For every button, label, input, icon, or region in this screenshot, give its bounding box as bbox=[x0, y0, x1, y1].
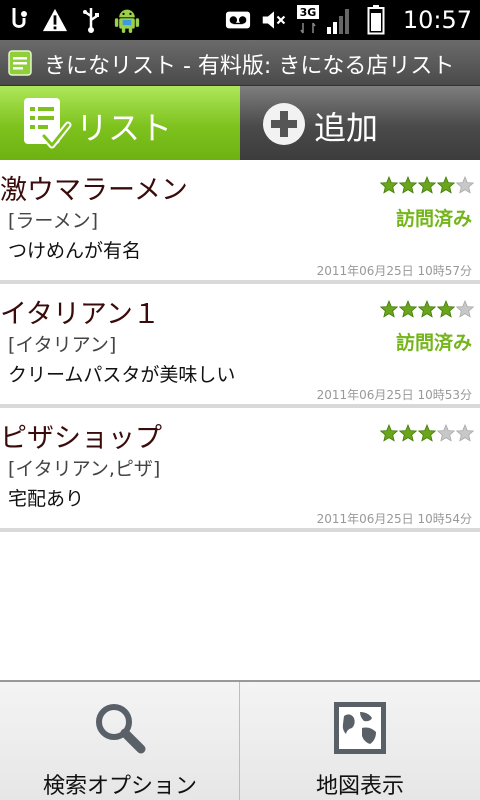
notification-icons bbox=[6, 4, 140, 36]
search-icon bbox=[90, 698, 150, 758]
shop-category: [ラーメン] bbox=[8, 210, 99, 232]
star-empty-icon bbox=[456, 424, 474, 442]
list-item[interactable]: ピザショップ [イタリアン,ピザ] 宅配あり 2011年06月25日 10時54分 bbox=[0, 408, 480, 532]
list-item[interactable]: イタリアン１ [イタリアン] クリームパスタが美味しい 2011年06月25日 10時… bbox=[0, 284, 480, 408]
checklist-icon bbox=[20, 96, 72, 152]
map-icon bbox=[330, 698, 390, 758]
system-icons: 3G 10:57 bbox=[225, 4, 472, 36]
usb-debug-icon bbox=[6, 6, 32, 34]
shop-name: イタリアン１ bbox=[0, 299, 160, 330]
map-view-button[interactable]: 地図表示 bbox=[240, 682, 480, 800]
tab-bar: リスト 追加 bbox=[0, 86, 480, 160]
tab-add[interactable]: 追加 bbox=[240, 86, 480, 160]
list-item[interactable]: 激ウマラーメン [ラーメン] つけめんが有名 2011年06月25日 10時57分 訪問… bbox=[0, 160, 480, 284]
star-filled-icon bbox=[380, 300, 398, 318]
star-empty-icon bbox=[456, 300, 474, 318]
warning-icon bbox=[42, 6, 68, 34]
tab-list-label: リスト bbox=[76, 109, 173, 147]
shop-note: クリームパスタが美味しい bbox=[8, 364, 236, 386]
star-filled-icon bbox=[380, 176, 398, 194]
tab-add-label: 追加 bbox=[314, 109, 379, 147]
star-empty-icon bbox=[456, 176, 474, 194]
signal-icon: 3G bbox=[296, 5, 353, 34]
shop-name: 激ウマラーメン bbox=[0, 175, 188, 206]
star-filled-icon bbox=[399, 300, 417, 318]
title-bar: きになリスト - 有料版: きになる店リスト bbox=[0, 40, 480, 86]
star-empty-icon bbox=[437, 424, 455, 442]
tab-list[interactable]: リスト bbox=[0, 86, 240, 160]
shop-category: [イタリアン] bbox=[8, 334, 117, 356]
shop-category: [イタリアン,ピザ] bbox=[8, 458, 161, 480]
network-type-label: 3G bbox=[299, 6, 316, 19]
star-filled-icon bbox=[399, 424, 417, 442]
rating-stars bbox=[380, 424, 474, 442]
shop-date: 2011年06月25日 10時53分 bbox=[316, 388, 472, 402]
shop-note: つけめんが有名 bbox=[8, 240, 142, 262]
star-filled-icon bbox=[437, 176, 455, 194]
notepad-icon bbox=[8, 50, 32, 76]
mute-icon bbox=[261, 6, 287, 34]
star-filled-icon bbox=[418, 424, 436, 442]
search-options-button[interactable]: 検索オプション bbox=[0, 682, 240, 800]
usb-icon bbox=[78, 6, 104, 34]
shop-name: ピザショップ bbox=[0, 423, 162, 454]
options-menu: 検索オプション 地図表示 bbox=[0, 680, 480, 800]
rating-stars bbox=[380, 300, 474, 318]
visited-badge: 訪問済み bbox=[395, 208, 472, 230]
search-options-label: 検索オプション bbox=[42, 774, 197, 799]
star-filled-icon bbox=[380, 424, 398, 442]
voicemail-icon bbox=[225, 6, 251, 34]
star-filled-icon bbox=[437, 300, 455, 318]
shop-list: 激ウマラーメン [ラーメン] つけめんが有名 2011年06月25日 10時57分 訪問… bbox=[0, 160, 480, 532]
shop-date: 2011年06月25日 10時54分 bbox=[316, 512, 472, 526]
shop-date: 2011年06月25日 10時57分 bbox=[316, 264, 472, 278]
android-icon bbox=[114, 6, 140, 34]
battery-icon bbox=[363, 5, 389, 35]
star-filled-icon bbox=[418, 176, 436, 194]
status-bar: 3G 10:57 bbox=[0, 0, 480, 40]
star-filled-icon bbox=[399, 176, 417, 194]
app-title: きになリスト - 有料版: きになる店リスト bbox=[44, 54, 455, 79]
rating-stars bbox=[380, 176, 474, 194]
star-filled-icon bbox=[418, 300, 436, 318]
shop-note: 宅配あり bbox=[8, 488, 85, 510]
status-clock: 10:57 bbox=[402, 6, 472, 34]
plus-circle-icon bbox=[262, 102, 306, 146]
visited-badge: 訪問済み bbox=[395, 332, 472, 354]
map-view-label: 地図表示 bbox=[315, 774, 404, 799]
